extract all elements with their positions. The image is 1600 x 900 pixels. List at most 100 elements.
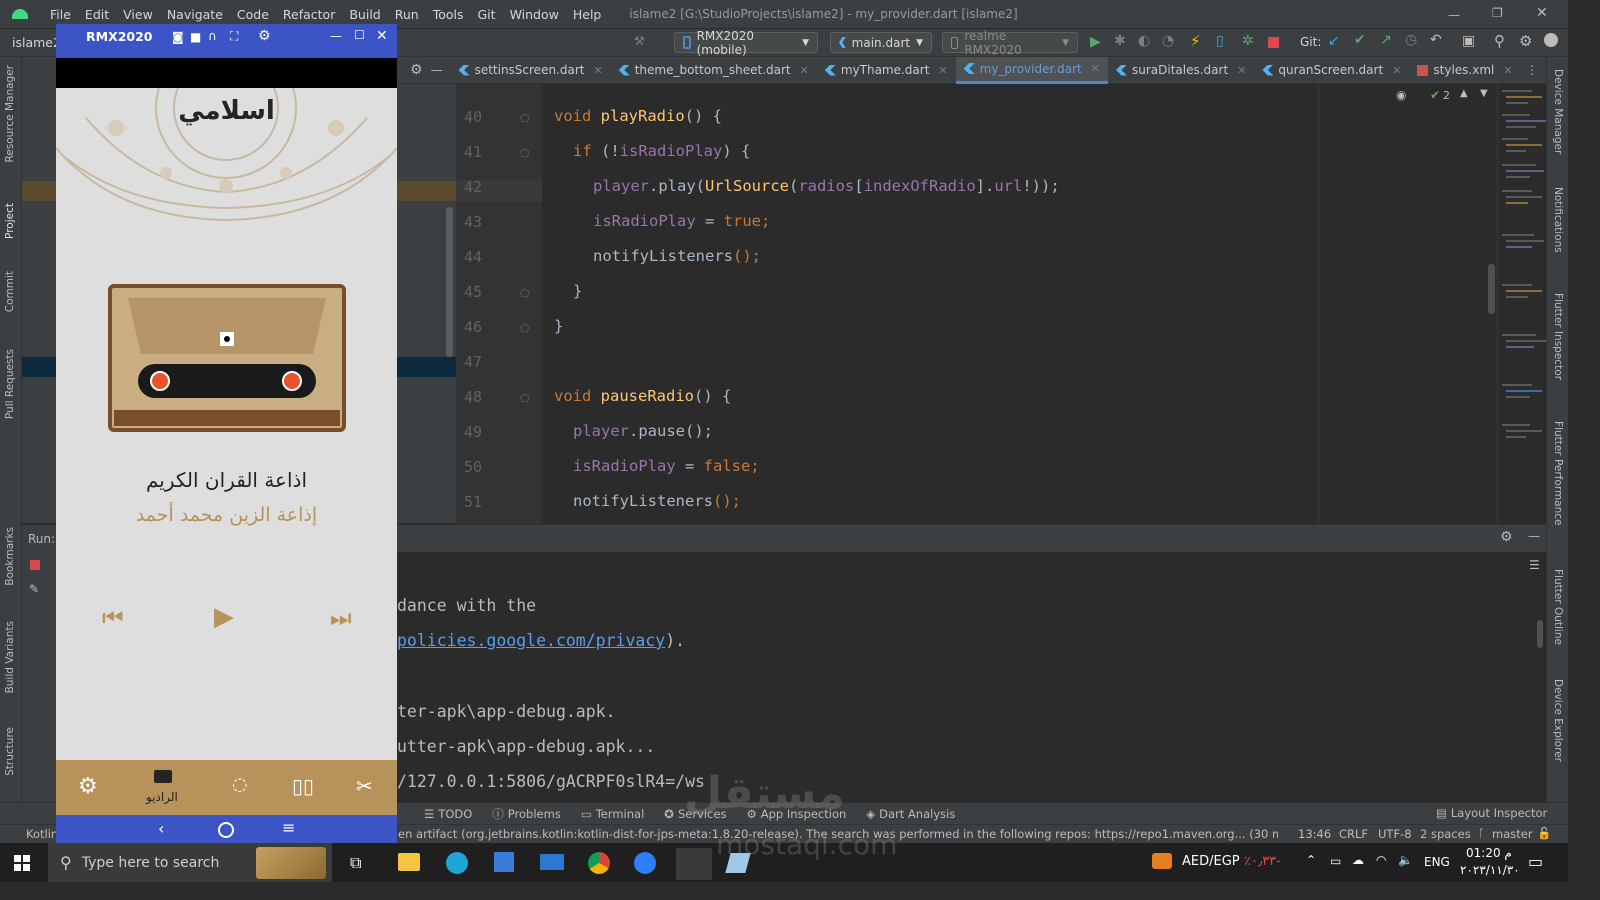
collapse-icon[interactable]: —: [431, 63, 443, 77]
nav-radio-icon[interactable]: [154, 770, 172, 783]
tool-flutter-outline[interactable]: Flutter Outline: [1552, 569, 1564, 645]
tool-resource-manager[interactable]: Resource Manager: [4, 65, 16, 163]
device-mirror-icon[interactable]: ▯: [1216, 33, 1224, 49]
status-kotlin[interactable]: Kotlin: [26, 827, 58, 841]
tool-build-variants[interactable]: Build Variants: [4, 621, 16, 693]
tab-my-provider[interactable]: my_provider.dart ✕: [955, 56, 1108, 84]
play-icon[interactable]: ▶: [214, 602, 234, 632]
tab-sura-ditales[interactable]: suraDitales.dart ✕: [1108, 57, 1254, 84]
taskbar-search-box[interactable]: ⚲ Type here to search: [48, 843, 332, 882]
close-tab-icon[interactable]: ✕: [1237, 64, 1246, 77]
tab-settins-screen[interactable]: settinsScreen.dart ✕: [451, 57, 611, 84]
emulator-close-icon[interactable]: ✕: [376, 28, 388, 44]
close-window-icon[interactable]: ✕: [1536, 5, 1548, 21]
fold-icon[interactable]: ⬠: [520, 287, 530, 300]
hammer-icon[interactable]: ⚒: [634, 34, 645, 48]
menu-view[interactable]: View: [123, 7, 153, 22]
status-branch[interactable]: master: [1492, 827, 1533, 841]
nav-hadith-icon[interactable]: ▯▯: [292, 774, 314, 798]
run-settings-gear-icon[interactable]: ⚙: [1500, 529, 1513, 545]
clock-date[interactable]: ۲۰۲۳/۱۱/۳۰: [1460, 863, 1520, 877]
store-icon[interactable]: [494, 852, 514, 872]
restore-window-icon[interactable]: ❐: [1492, 6, 1503, 20]
battery-icon[interactable]: ▭: [1330, 854, 1341, 868]
close-tab-icon[interactable]: ✕: [1503, 64, 1512, 77]
tool-pull-requests[interactable]: Pull Requests: [4, 349, 16, 419]
chrome-icon[interactable]: [588, 852, 610, 874]
fold-icon[interactable]: ⬠: [520, 147, 530, 160]
nav-quran-icon[interactable]: ✂: [356, 774, 373, 798]
menu-navigate[interactable]: Navigate: [167, 7, 223, 22]
tray-chevron-up-icon[interactable]: ⌃: [1306, 853, 1316, 867]
tool-device-manager[interactable]: Device Manager: [1552, 69, 1564, 154]
more-tabs-icon[interactable]: ⋮: [1526, 63, 1538, 77]
account-icon[interactable]: [1544, 33, 1558, 47]
tool-flutter-performance[interactable]: Flutter Performance: [1552, 421, 1564, 526]
menu-help[interactable]: Help: [573, 7, 602, 22]
stop-run-icon[interactable]: [30, 560, 40, 570]
skip-next-icon[interactable]: ⏭: [330, 604, 352, 632]
close-tab-icon[interactable]: ✕: [800, 64, 809, 77]
android-studio-taskbar-icon[interactable]: [676, 848, 712, 880]
windows-start-icon[interactable]: [14, 855, 30, 871]
android-home-icon[interactable]: [218, 822, 234, 838]
inspection-count[interactable]: 2: [1443, 89, 1450, 102]
currency-change[interactable]: ٪۰٫۳۳-: [1244, 854, 1281, 869]
clock-time[interactable]: 01:20 م: [1466, 846, 1512, 860]
app-icon[interactable]: [634, 852, 656, 874]
tab-layout-inspector[interactable]: ▤ Layout Inspector: [1436, 806, 1547, 820]
project-breadcrumb[interactable]: islame2: [12, 35, 61, 50]
fold-icon[interactable]: ⬠: [520, 112, 530, 125]
close-tab-icon[interactable]: ✕: [1392, 64, 1401, 77]
run-icon[interactable]: ▶: [1090, 34, 1101, 50]
nav-radio-label[interactable]: الراديو: [146, 790, 178, 804]
status-caret-position[interactable]: 13:46: [1298, 827, 1331, 841]
device-selector-secondary[interactable]: realme RMX2020 ▼: [942, 29, 1078, 57]
git-push-icon[interactable]: ↗: [1380, 32, 1392, 48]
code-editor[interactable]: void playRadio() { if (!isRadioPlay) { p…: [542, 84, 1497, 524]
close-tab-icon[interactable]: ✕: [593, 64, 602, 77]
tool-commit[interactable]: Commit: [4, 271, 16, 312]
fold-icon[interactable]: ⬠: [520, 392, 530, 405]
tool-flutter-inspector[interactable]: Flutter Inspector: [1552, 293, 1564, 380]
edge-icon[interactable]: [446, 852, 468, 874]
android-back-icon[interactable]: ‹: [158, 819, 164, 838]
nav-tasbeh-icon[interactable]: ◌: [232, 774, 248, 795]
volume-icon[interactable]: 🔈: [1398, 853, 1413, 867]
menu-git[interactable]: Git: [478, 7, 496, 22]
prev-highlight-icon[interactable]: ▲: [1460, 88, 1468, 99]
fullscreen-icon[interactable]: ⛶: [230, 29, 238, 44]
emulator-maximize-icon[interactable]: ☐: [354, 28, 365, 42]
code-minimap[interactable]: [1497, 84, 1546, 524]
inspection-ok-icon[interactable]: ✔: [1430, 88, 1440, 102]
tab-dart-analysis[interactable]: ◈ Dart Analysis: [866, 807, 955, 821]
pin-icon[interactable]: ✎: [29, 582, 39, 596]
rollback-icon[interactable]: ↶: [1430, 32, 1442, 48]
status-encoding[interactable]: UTF-8: [1378, 827, 1412, 841]
tab-my-thame[interactable]: myThame.dart ✕: [817, 57, 956, 84]
hot-reload-icon[interactable]: ⚡: [1190, 32, 1201, 50]
tool-project[interactable]: Project: [4, 203, 16, 239]
privacy-link[interactable]: policies.google.com/privacy: [397, 631, 665, 650]
git-commit-icon[interactable]: ✔: [1354, 32, 1366, 48]
lock-icon[interactable]: 🔓: [1537, 826, 1551, 840]
emulator-settings-gear-icon[interactable]: ⚙: [258, 28, 271, 44]
tab-todo[interactable]: ☰ TODO: [424, 807, 472, 821]
tool-bookmarks[interactable]: Bookmarks: [4, 527, 16, 586]
menu-code[interactable]: Code: [237, 7, 269, 22]
android-recents-icon[interactable]: ≡: [282, 818, 295, 837]
menu-tools[interactable]: Tools: [433, 7, 464, 22]
mail-icon[interactable]: [540, 854, 564, 870]
editor-scrollbar[interactable]: [1488, 264, 1495, 314]
tool-device-explorer[interactable]: Device Explorer: [1552, 679, 1564, 762]
settings-gear-icon[interactable]: ⚙: [410, 62, 423, 78]
screenshot-icon[interactable]: ◙: [172, 30, 184, 44]
wifi-icon[interactable]: ◠: [1376, 853, 1386, 867]
project-scrollbar[interactable]: [446, 207, 453, 357]
menu-window[interactable]: Window: [510, 7, 559, 22]
next-highlight-icon[interactable]: ▼: [1480, 88, 1488, 99]
stop-icon[interactable]: [1268, 37, 1279, 48]
menu-refactor[interactable]: Refactor: [283, 7, 335, 22]
console-scrollbar[interactable]: [1537, 620, 1543, 648]
currency-pair[interactable]: AED/EGP: [1182, 854, 1240, 869]
